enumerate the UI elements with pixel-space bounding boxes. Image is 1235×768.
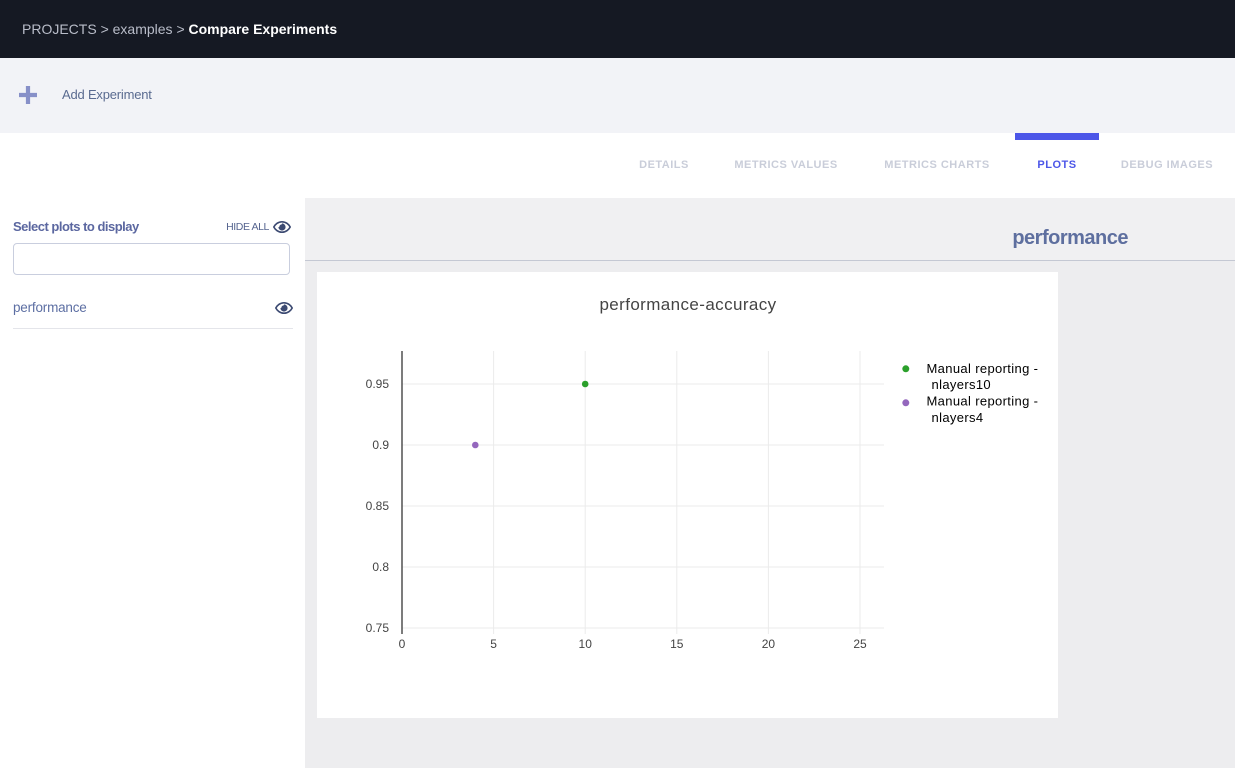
svg-text:0.8: 0.8: [372, 560, 389, 574]
svg-text:0.75: 0.75: [366, 621, 390, 635]
svg-text:Manual reporting -: Manual reporting -: [927, 361, 1039, 376]
svg-text:20: 20: [762, 637, 776, 651]
svg-text:10: 10: [579, 637, 593, 651]
svg-text:nlayers10: nlayers10: [932, 377, 992, 392]
svg-text:5: 5: [490, 637, 497, 651]
svg-text:0.9: 0.9: [372, 438, 389, 452]
svg-text:15: 15: [670, 637, 684, 651]
svg-text:nlayers4: nlayers4: [932, 410, 984, 425]
svg-text:25: 25: [853, 637, 867, 651]
svg-text:performance-accuracy: performance-accuracy: [599, 295, 776, 314]
svg-text:0.85: 0.85: [366, 499, 390, 513]
svg-text:0.95: 0.95: [366, 377, 390, 391]
svg-text:Manual reporting -: Manual reporting -: [927, 394, 1039, 409]
svg-text:0: 0: [399, 637, 406, 651]
